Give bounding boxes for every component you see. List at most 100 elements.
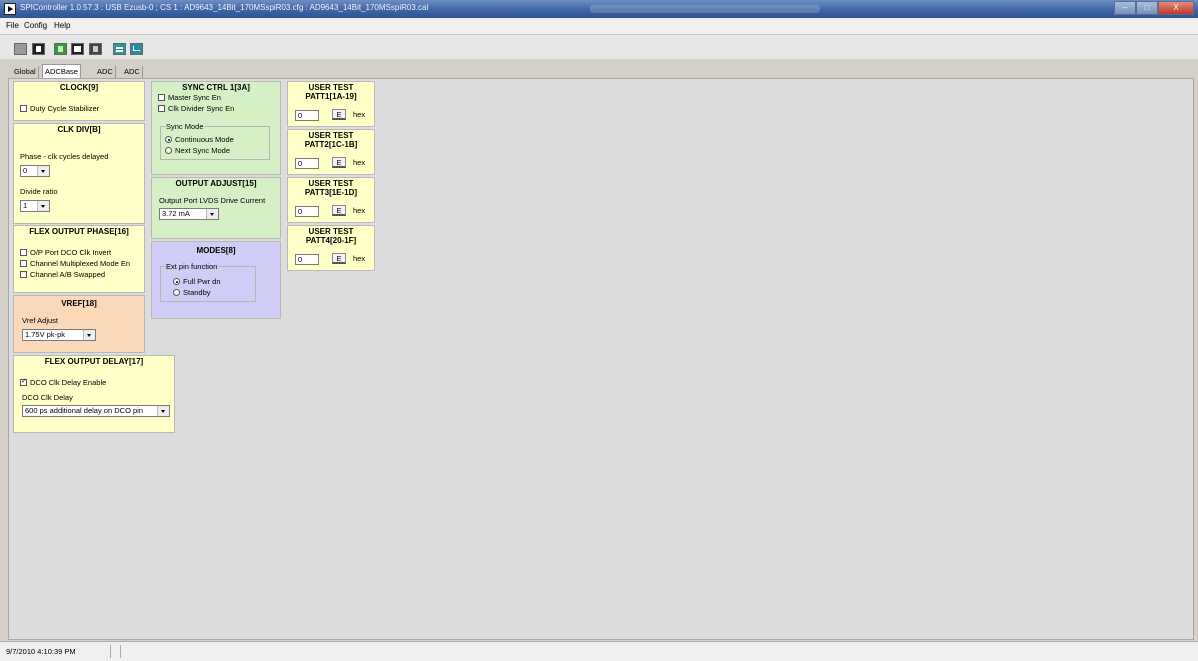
continuous-mode-label: Continuous Mode [175,135,234,144]
phase-label: Phase - clk cycles delayed [20,152,109,161]
patt1-title: USER TEST PATT1[1A-19] [288,82,374,101]
save-icon[interactable] [89,43,102,55]
clk-div-sync-label: Clk Divider Sync En [168,104,235,113]
channel-swap-label: Channel A/B Swapped [30,270,106,279]
patt3-input[interactable]: 0 [295,206,319,217]
channel-mux-checkbox[interactable]: Channel Multiplexed Mode En [20,259,130,268]
dco-delay-value: 600 ps additional delay on DCO pin [25,406,143,415]
divide-value: 1 [23,201,28,210]
close-button[interactable]: X [1158,1,1194,15]
dco-invert-checkbox[interactable]: O/P Port DCO Clk Invert [20,248,111,257]
patt4-title: USER TEST PATT4[20-1F] [288,226,374,245]
patt2-title-line2: PATT2[1C-1B] [304,140,358,149]
patt4-edit-button[interactable]: E [332,253,346,264]
patt2-title: USER TEST PATT2[1C-1B] [288,130,374,149]
tab-adc-a[interactable]: ADC A [95,66,116,88]
user-test-patt2-panel: USER TEST PATT2[1C-1B] 0 E hex [287,129,375,175]
patt1-input[interactable]: 0 [295,110,319,121]
flex-delay-title: FLEX OUTPUT DELAY[17] [44,357,144,366]
flex-output-phase-panel: FLEX OUTPUT PHASE[16] O/P Port DCO Clk I… [13,225,145,293]
new-icon[interactable] [54,43,67,55]
menu-bar: File Config Help [0,18,1198,35]
graph-icon[interactable] [130,43,143,55]
radio-selected-icon [173,278,180,285]
output-adjust-panel: OUTPUT ADJUST[15] Output Port LVDS Drive… [151,177,281,239]
clock-title: CLOCK[9] [59,83,99,92]
standby-radio[interactable]: Standby [173,288,211,297]
flex-phase-title: FLEX OUTPUT PHASE[16] [29,227,129,236]
read-icon[interactable] [32,43,45,55]
sync-mode-label: Sync Mode [165,122,205,131]
dco-delay-enable-checkbox[interactable]: DCO Clk Delay Enable [20,377,106,387]
duty-cycle-label: Duty Cycle Stabilizer [30,104,100,113]
output-adjust-title: OUTPUT ADJUST[15] [175,179,257,188]
phase-value: 0 [23,166,28,175]
chevron-down-icon [206,209,218,219]
channel-swap-checkbox[interactable]: Channel A/B Swapped [20,270,105,279]
checkbox-icon [158,105,165,112]
divide-dropdown[interactable]: 1 [20,200,50,212]
patt1-unit: hex [353,110,366,119]
tab-panel: CLOCK[9] Duty Cycle Stabilizer CLK DIV[B… [8,78,1194,640]
window-controls: – □ X [1114,1,1194,16]
minimize-button[interactable]: – [1114,1,1136,15]
duty-cycle-checkbox[interactable]: Duty Cycle Stabilizer [20,104,99,113]
menu-help[interactable]: Help [54,21,70,30]
flex-output-delay-panel: FLEX OUTPUT DELAY[17] DCO Clk Delay Enab… [13,355,175,433]
radio-icon [165,147,172,154]
patt3-unit: hex [353,206,366,215]
user-test-patt4-panel: USER TEST PATT4[20-1F] 0 E hex [287,225,375,271]
maximize-button[interactable]: □ [1136,1,1158,15]
patt3-title-line1: USER TEST [308,179,354,188]
clk-div-sync-checkbox[interactable]: Clk Divider Sync En [158,104,234,113]
clock-panel: CLOCK[9] Duty Cycle Stabilizer [13,81,145,121]
menu-config[interactable]: Config [24,21,47,30]
patt1-title-line1: USER TEST [308,83,354,92]
checkbox-checked-icon [20,377,27,386]
modes-panel: MODES[8] Ext pin function Full Pwr dn St… [151,241,281,319]
chip-icon[interactable] [113,43,126,55]
full-pwr-dn-label: Full Pwr dn [183,277,221,286]
patt4-input[interactable]: 0 [295,254,319,265]
tab-global[interactable]: Global [12,66,39,78]
checkbox-icon [20,271,27,278]
ext-pin-group: Ext pin function Full Pwr dn Standby [160,262,256,302]
clk-div-title: CLK DIV[B] [57,125,101,134]
divide-label: Divide ratio [20,187,58,196]
toolbar [0,35,1198,59]
patt1-edit-button[interactable]: E [332,109,346,120]
user-test-patt1-panel: USER TEST PATT1[1A-19] 0 E hex [287,81,375,127]
radio-selected-icon [165,136,172,143]
standby-label: Standby [183,288,211,297]
full-pwr-dn-radio[interactable]: Full Pwr dn [173,277,221,286]
modes-title: MODES[8] [196,246,236,255]
lvds-drive-value: 3.72 mA [162,209,190,218]
tab-adc-b[interactable]: ADC B [122,66,143,88]
patt4-unit: hex [353,254,366,263]
open-icon[interactable] [71,43,84,55]
dco-delay-dropdown[interactable]: 600 ps additional delay on DCO pin [22,405,170,417]
vref-dropdown[interactable]: 1.75V pk-pk [22,329,96,341]
lvds-drive-dropdown[interactable]: 3.72 mA [159,208,219,220]
patt2-input[interactable]: 0 [295,158,319,169]
continuous-mode-radio[interactable]: Continuous Mode [165,135,234,144]
title-bar: SPIController 1.0.57.3 : USB Ezusb-0 ; C… [0,0,1198,18]
next-sync-mode-radio[interactable]: Next Sync Mode [165,146,230,155]
ext-pin-label: Ext pin function [165,262,219,271]
chevron-down-icon [83,330,95,340]
checkbox-icon [158,94,165,101]
checkbox-icon [20,249,27,256]
tab-adcbase0[interactable]: ADCBase 0 [42,64,81,90]
patt3-edit-button[interactable]: E [332,205,346,216]
checkbox-icon [20,105,27,112]
menu-file[interactable]: File [6,21,19,30]
master-sync-checkbox[interactable]: Master Sync En [158,93,221,102]
patt2-edit-button[interactable]: E [332,157,346,168]
app-icon [4,3,16,15]
patt1-title-line2: PATT1[1A-19] [305,92,357,101]
sync-mode-group: Sync Mode Continuous Mode Next Sync Mode [160,122,270,160]
stop-icon[interactable] [14,43,27,55]
chevron-down-icon [37,201,49,211]
phase-dropdown[interactable]: 0 [20,165,50,177]
patt3-title: USER TEST PATT3[1E-1D] [288,178,374,197]
